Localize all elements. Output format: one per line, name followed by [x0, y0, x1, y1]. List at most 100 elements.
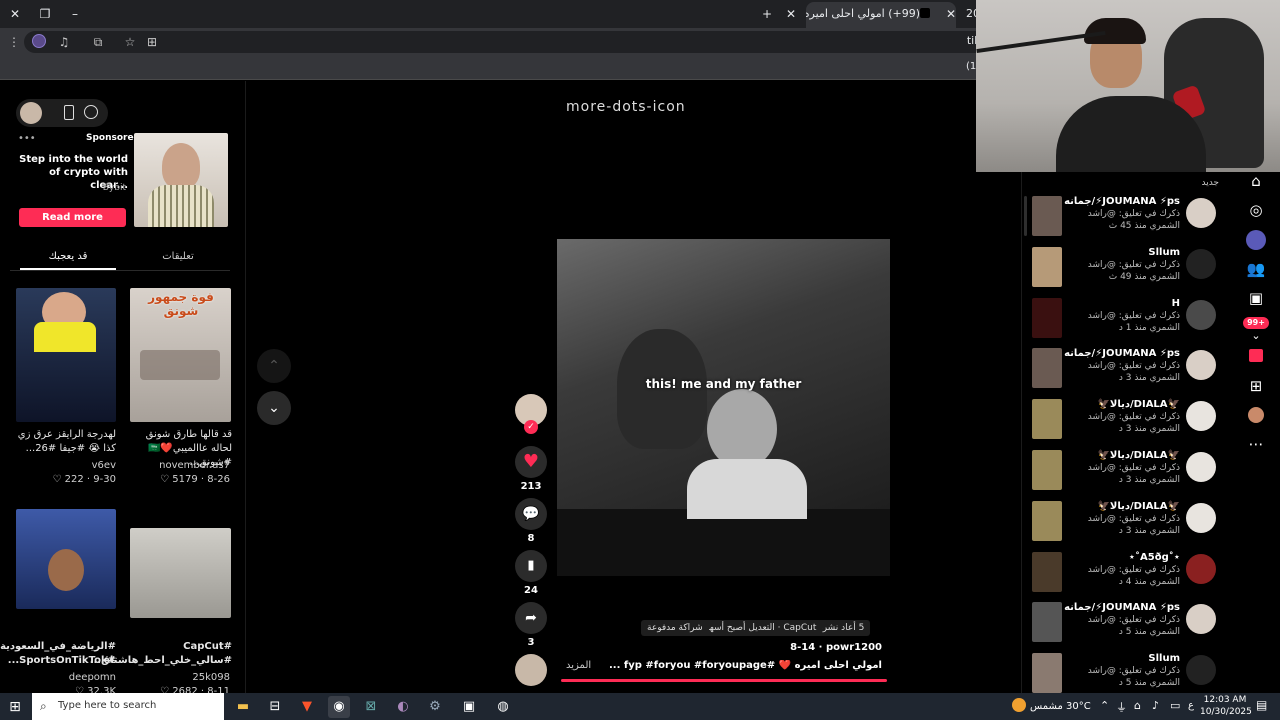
music-avatar[interactable]: [515, 654, 547, 686]
notification-thumb[interactable]: [1032, 653, 1062, 694]
notification-thumb[interactable]: [1032, 602, 1062, 643]
notification-item[interactable]: 🦅DIALA/ديالا🦅 ذكرك في تعليق: @راشد الشمري …: [1032, 450, 1222, 500]
network-icon[interactable]: ⌂: [1134, 699, 1141, 712]
video-author-4[interactable]: deepomn: [16, 672, 116, 683]
obs-icon[interactable]: ▣: [458, 696, 480, 718]
read-more-button[interactable]: Read more: [19, 208, 126, 227]
app-icon-9[interactable]: ◍: [492, 696, 514, 718]
file-explorer-icon[interactable]: ▬: [232, 696, 254, 718]
more-icon[interactable]: ⋯: [1246, 434, 1266, 454]
restore-window-icon[interactable]: ❐: [34, 4, 56, 24]
close-window-icon[interactable]: ✕: [4, 4, 26, 24]
notification-avatar[interactable]: [1186, 401, 1216, 432]
notification-thumb[interactable]: [1032, 500, 1062, 541]
taskbar-search[interactable]: ⌕ Type here to search: [32, 693, 224, 720]
video-player[interactable]: this! me and my father: [557, 239, 890, 576]
windows-start-icon[interactable]: ⊞: [4, 696, 26, 718]
notification-thumb[interactable]: [1032, 297, 1062, 338]
like-button[interactable]: ♥: [515, 446, 547, 478]
profile-avatar-icon[interactable]: [1246, 230, 1266, 250]
notification-item[interactable]: Sllum ذكرك في تعليق: @راشد الشمري منذ 49 ث: [1032, 246, 1222, 297]
profile-icon[interactable]: [32, 34, 46, 48]
notification-thumb[interactable]: [1032, 196, 1062, 236]
notification-avatar[interactable]: [1186, 198, 1216, 228]
user-avatar[interactable]: [20, 102, 42, 124]
notification-thumb[interactable]: [1032, 348, 1062, 389]
tab-you-may-like[interactable]: قد يعجبك: [20, 251, 116, 262]
share-button[interactable]: ➦: [515, 602, 547, 634]
video-thumb-3[interactable]: [130, 528, 231, 618]
video-thumb-1[interactable]: فوة جمهور شونق: [130, 288, 231, 422]
more-link[interactable]: المزيد: [566, 660, 591, 671]
new-tab-icon[interactable]: +: [756, 4, 778, 24]
chevron-up-icon[interactable]: ⌃: [257, 349, 291, 383]
notification-avatar[interactable]: [1186, 299, 1216, 330]
translate-icon[interactable]: ⊞: [144, 34, 160, 50]
phone-icon[interactable]: [64, 105, 74, 120]
comment-button[interactable]: 💬: [515, 498, 547, 530]
notification-item[interactable]: 🦅DIALA/ديالا🦅 ذكرك في تعليق: @راشد الشمري …: [1032, 500, 1222, 551]
notification-avatar[interactable]: [1186, 452, 1216, 482]
notification-item[interactable]: H ذكرك في تعليق: @راشد الشمري منذ 1 د: [1032, 297, 1222, 348]
explore-icon[interactable]: ◎: [1246, 200, 1266, 220]
notification-item[interactable]: JOUMANA ⚡ps⚡/جمانه ذكرك في تعليق: @راشد ال…: [1032, 602, 1222, 652]
extensions-icon[interactable]: ⧉: [90, 34, 106, 50]
address-bar[interactable]: ♫ ⧉ ☆ ⊞ tiktok: [24, 31, 1004, 53]
video-author-3[interactable]: 25k098: [130, 672, 230, 683]
chevron-down-icon[interactable]: ⌄: [1246, 326, 1266, 346]
chrome-icon[interactable]: ◉: [328, 696, 350, 718]
volume-icon[interactable]: ♪: [1152, 699, 1159, 712]
mic-icon[interactable]: ⏚: [1116, 699, 1127, 715]
battery-icon[interactable]: ▭: [1170, 699, 1180, 712]
video-progress-bar[interactable]: [561, 679, 887, 682]
notification-item[interactable]: JOUMANA ⚡ps⚡/جمانه ذكرك في تعليق: @راشد ال…: [1032, 196, 1222, 246]
brave-icon[interactable]: ▼: [296, 696, 318, 718]
scrollbar[interactable]: [1024, 196, 1027, 236]
notification-avatar[interactable]: [1186, 553, 1216, 584]
notification-item[interactable]: 🦅DIALA/ديالا🦅 ذكرك في تعليق: @راشد الشمري …: [1032, 399, 1222, 449]
notification-thumb[interactable]: [1032, 551, 1062, 592]
kebab-menu-icon[interactable]: ⋮: [6, 34, 22, 50]
notification-avatar[interactable]: [1186, 248, 1216, 279]
notification-item[interactable]: JOUMANA ⚡ps⚡/جمانه ذكرك في تعليق: @راشد ال…: [1032, 348, 1222, 398]
notification-avatar[interactable]: [1186, 502, 1216, 533]
compass-icon[interactable]: [84, 105, 98, 119]
tray-chevron-icon[interactable]: ⌃: [1100, 699, 1109, 712]
notification-avatar[interactable]: [1186, 655, 1216, 686]
close-tab-icon-2[interactable]: ✕: [940, 4, 962, 24]
notification-item[interactable]: ⋆˚A5ðg˚⋆ ذكرك في تعليق: @راشد الشمري منذ 4…: [1032, 551, 1222, 602]
clock-date[interactable]: 10/30/2025: [1200, 707, 1252, 717]
following-icon[interactable]: 👥: [1246, 259, 1266, 279]
home-icon[interactable]: ⌂: [1246, 171, 1266, 191]
sponsored-image[interactable]: [134, 133, 228, 227]
action-center-icon[interactable]: ▤: [1256, 698, 1267, 712]
chevron-down-icon[interactable]: ⌄: [257, 391, 291, 425]
video-thumb-2[interactable]: [16, 288, 116, 422]
steam-icon[interactable]: ⚙: [424, 696, 446, 718]
tab-active[interactable]: (99+) امولي احلى اميره - لحظات: [806, 2, 956, 28]
save-button[interactable]: ▮: [515, 550, 547, 582]
store-icon[interactable]: ⊟: [264, 696, 286, 718]
video-author[interactable]: 8-14 · powr1200: [770, 642, 882, 653]
clock-time[interactable]: 12:03 AM: [1200, 695, 1250, 705]
notification-thumb[interactable]: [1032, 399, 1062, 440]
media-control-icon[interactable]: ♫: [56, 34, 72, 50]
app-icon-5[interactable]: ⊠: [360, 696, 382, 718]
account-avatar[interactable]: [1248, 407, 1264, 423]
live-icon[interactable]: ▣: [1246, 288, 1266, 308]
discord-icon[interactable]: ◐: [392, 696, 414, 718]
upload-icon[interactable]: ⊞: [1246, 376, 1266, 396]
notification-avatar[interactable]: [1186, 350, 1216, 381]
bookmark-star-icon[interactable]: ☆: [122, 34, 138, 50]
more-dots-icon[interactable]: more-dots-icon: [566, 99, 686, 115]
weather-icon[interactable]: [1012, 698, 1026, 712]
notification-avatar[interactable]: [1186, 604, 1216, 635]
weather-text[interactable]: 30°C مشمس: [1030, 701, 1091, 712]
messages-icon[interactable]: [1249, 349, 1263, 362]
video-author-2[interactable]: v6ev: [16, 460, 116, 471]
notification-thumb[interactable]: [1032, 450, 1062, 490]
follow-check-icon[interactable]: ✓: [524, 420, 538, 434]
language-indicator[interactable]: ع: [1188, 700, 1194, 711]
more-dots-icon[interactable]: •••: [18, 133, 36, 144]
video-thumb-4[interactable]: [16, 509, 116, 609]
